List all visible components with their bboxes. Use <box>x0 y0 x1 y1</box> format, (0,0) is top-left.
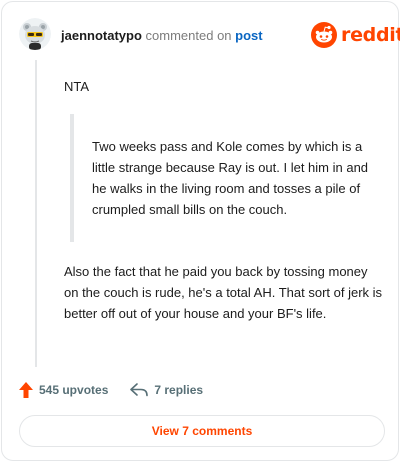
comment-meta: jaennotatypo commented on post <box>61 28 263 44</box>
username-link[interactable]: jaennotatypo <box>61 28 142 43</box>
reply-arrow-icon[interactable] <box>130 383 149 397</box>
reddit-logo-icon <box>311 22 337 48</box>
action-text: commented on <box>145 28 232 43</box>
comment-header: jaennotatypo commented on post reddit <box>2 2 400 66</box>
reddit-wordmark: reddit <box>341 24 400 46</box>
snoo-avatar-icon <box>19 18 51 50</box>
reply-count[interactable]: 7 replies <box>154 383 203 397</box>
view-comments-button[interactable]: View 7 comments <box>19 415 385 447</box>
comment-footer: 545 upvotes 7 replies <box>19 380 203 400</box>
upvote-arrow-icon[interactable] <box>19 382 33 398</box>
blockquote-bar <box>70 114 74 242</box>
user-avatar[interactable] <box>19 18 51 50</box>
reddit-logo[interactable]: reddit <box>311 20 400 50</box>
thread-line[interactable] <box>35 60 37 367</box>
comment-verdict: NTA <box>64 79 90 94</box>
post-link[interactable]: post <box>235 28 262 43</box>
blockquote-text: Two weeks pass and Kole comes by which i… <box>92 139 369 217</box>
comment-paragraph: Also the fact that he paid you back by t… <box>64 264 383 321</box>
upvote-count: 545 upvotes <box>39 383 109 397</box>
comment-card: jaennotatypo commented on post reddit NT… <box>1 1 400 461</box>
